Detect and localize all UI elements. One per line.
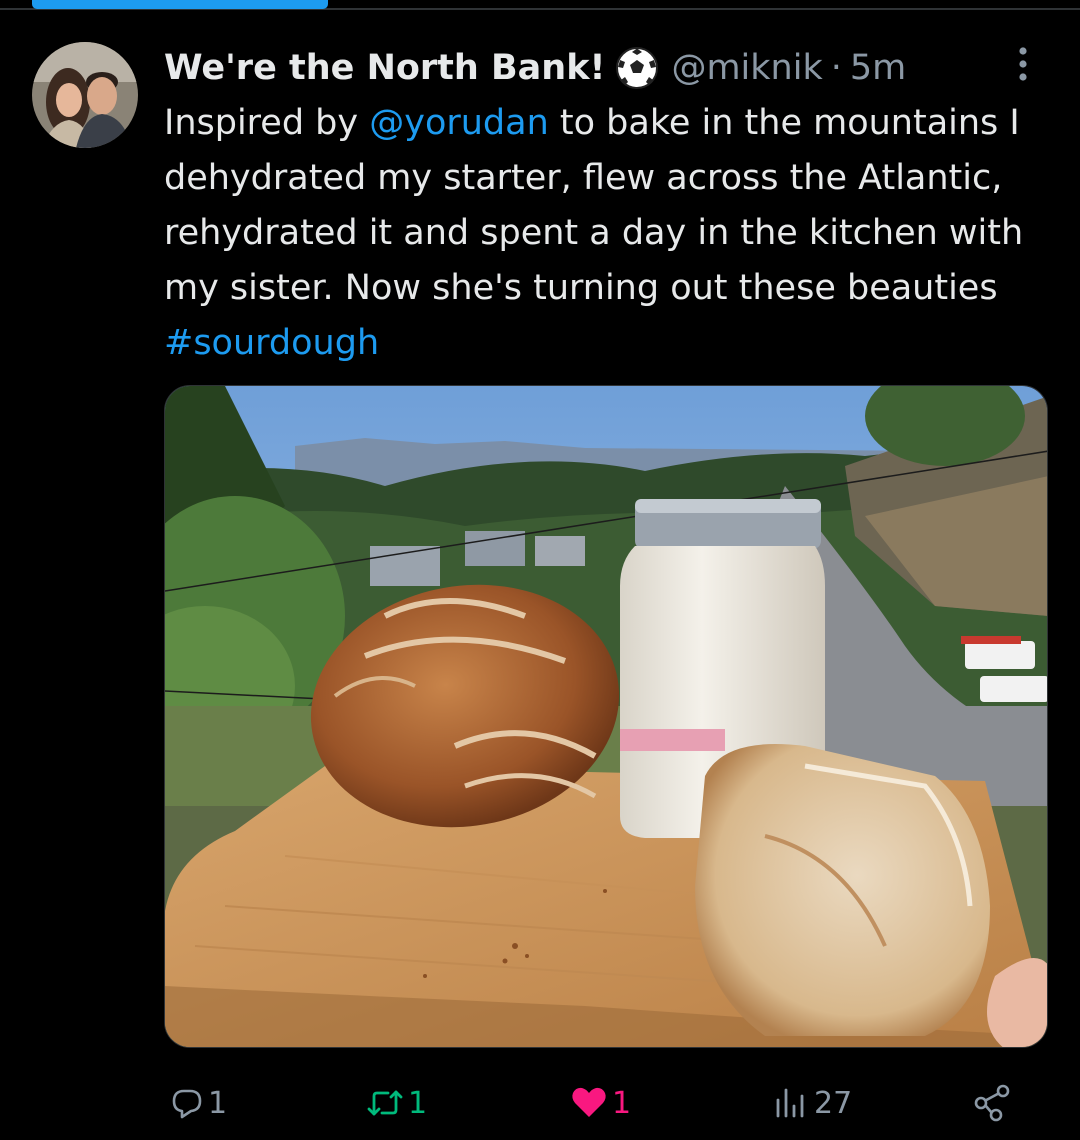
views-icon xyxy=(774,1086,810,1120)
tweet-header: We're the North Bank! @miknik · 5m xyxy=(164,40,1044,96)
more-vertical-icon[interactable] xyxy=(1008,44,1038,84)
tweet-media-image[interactable] xyxy=(164,385,1048,1048)
loading-progress-bar xyxy=(32,0,328,9)
views-button[interactable]: 27 xyxy=(774,1078,852,1128)
reply-icon xyxy=(170,1086,204,1120)
tweet-text: Inspired by @yorudan to bake in the moun… xyxy=(164,96,1044,371)
like-count: 1 xyxy=(612,1085,632,1121)
retweet-button[interactable]: 1 xyxy=(366,1078,427,1128)
sourdough-photo xyxy=(165,386,1047,1047)
action-bar: 1 1 1 27 xyxy=(164,1078,1044,1128)
avatar-image xyxy=(32,42,138,148)
reply-button[interactable]: 1 xyxy=(170,1078,227,1128)
heart-icon xyxy=(570,1086,608,1120)
tweet-body: We're the North Bank! @miknik · 5m Inspi… xyxy=(164,40,1044,371)
views-count: 27 xyxy=(814,1085,853,1121)
text-part-1: Inspired by xyxy=(164,103,370,143)
avatar[interactable] xyxy=(32,42,138,148)
hashtag-link[interactable]: #sourdough xyxy=(164,323,379,363)
retweet-icon xyxy=(366,1086,404,1120)
separator-dot: · xyxy=(830,48,842,88)
soccer-ball-icon xyxy=(613,44,661,92)
reply-count: 1 xyxy=(208,1085,228,1121)
share-button[interactable] xyxy=(972,1078,1012,1128)
user-handle[interactable]: @miknik xyxy=(671,48,822,88)
timestamp[interactable]: 5m xyxy=(850,48,906,88)
share-icon xyxy=(972,1083,1012,1123)
mention-link[interactable]: @yorudan xyxy=(369,103,549,143)
display-name[interactable]: We're the North Bank! xyxy=(164,48,605,88)
retweet-count: 1 xyxy=(408,1085,428,1121)
like-button[interactable]: 1 xyxy=(570,1078,631,1128)
